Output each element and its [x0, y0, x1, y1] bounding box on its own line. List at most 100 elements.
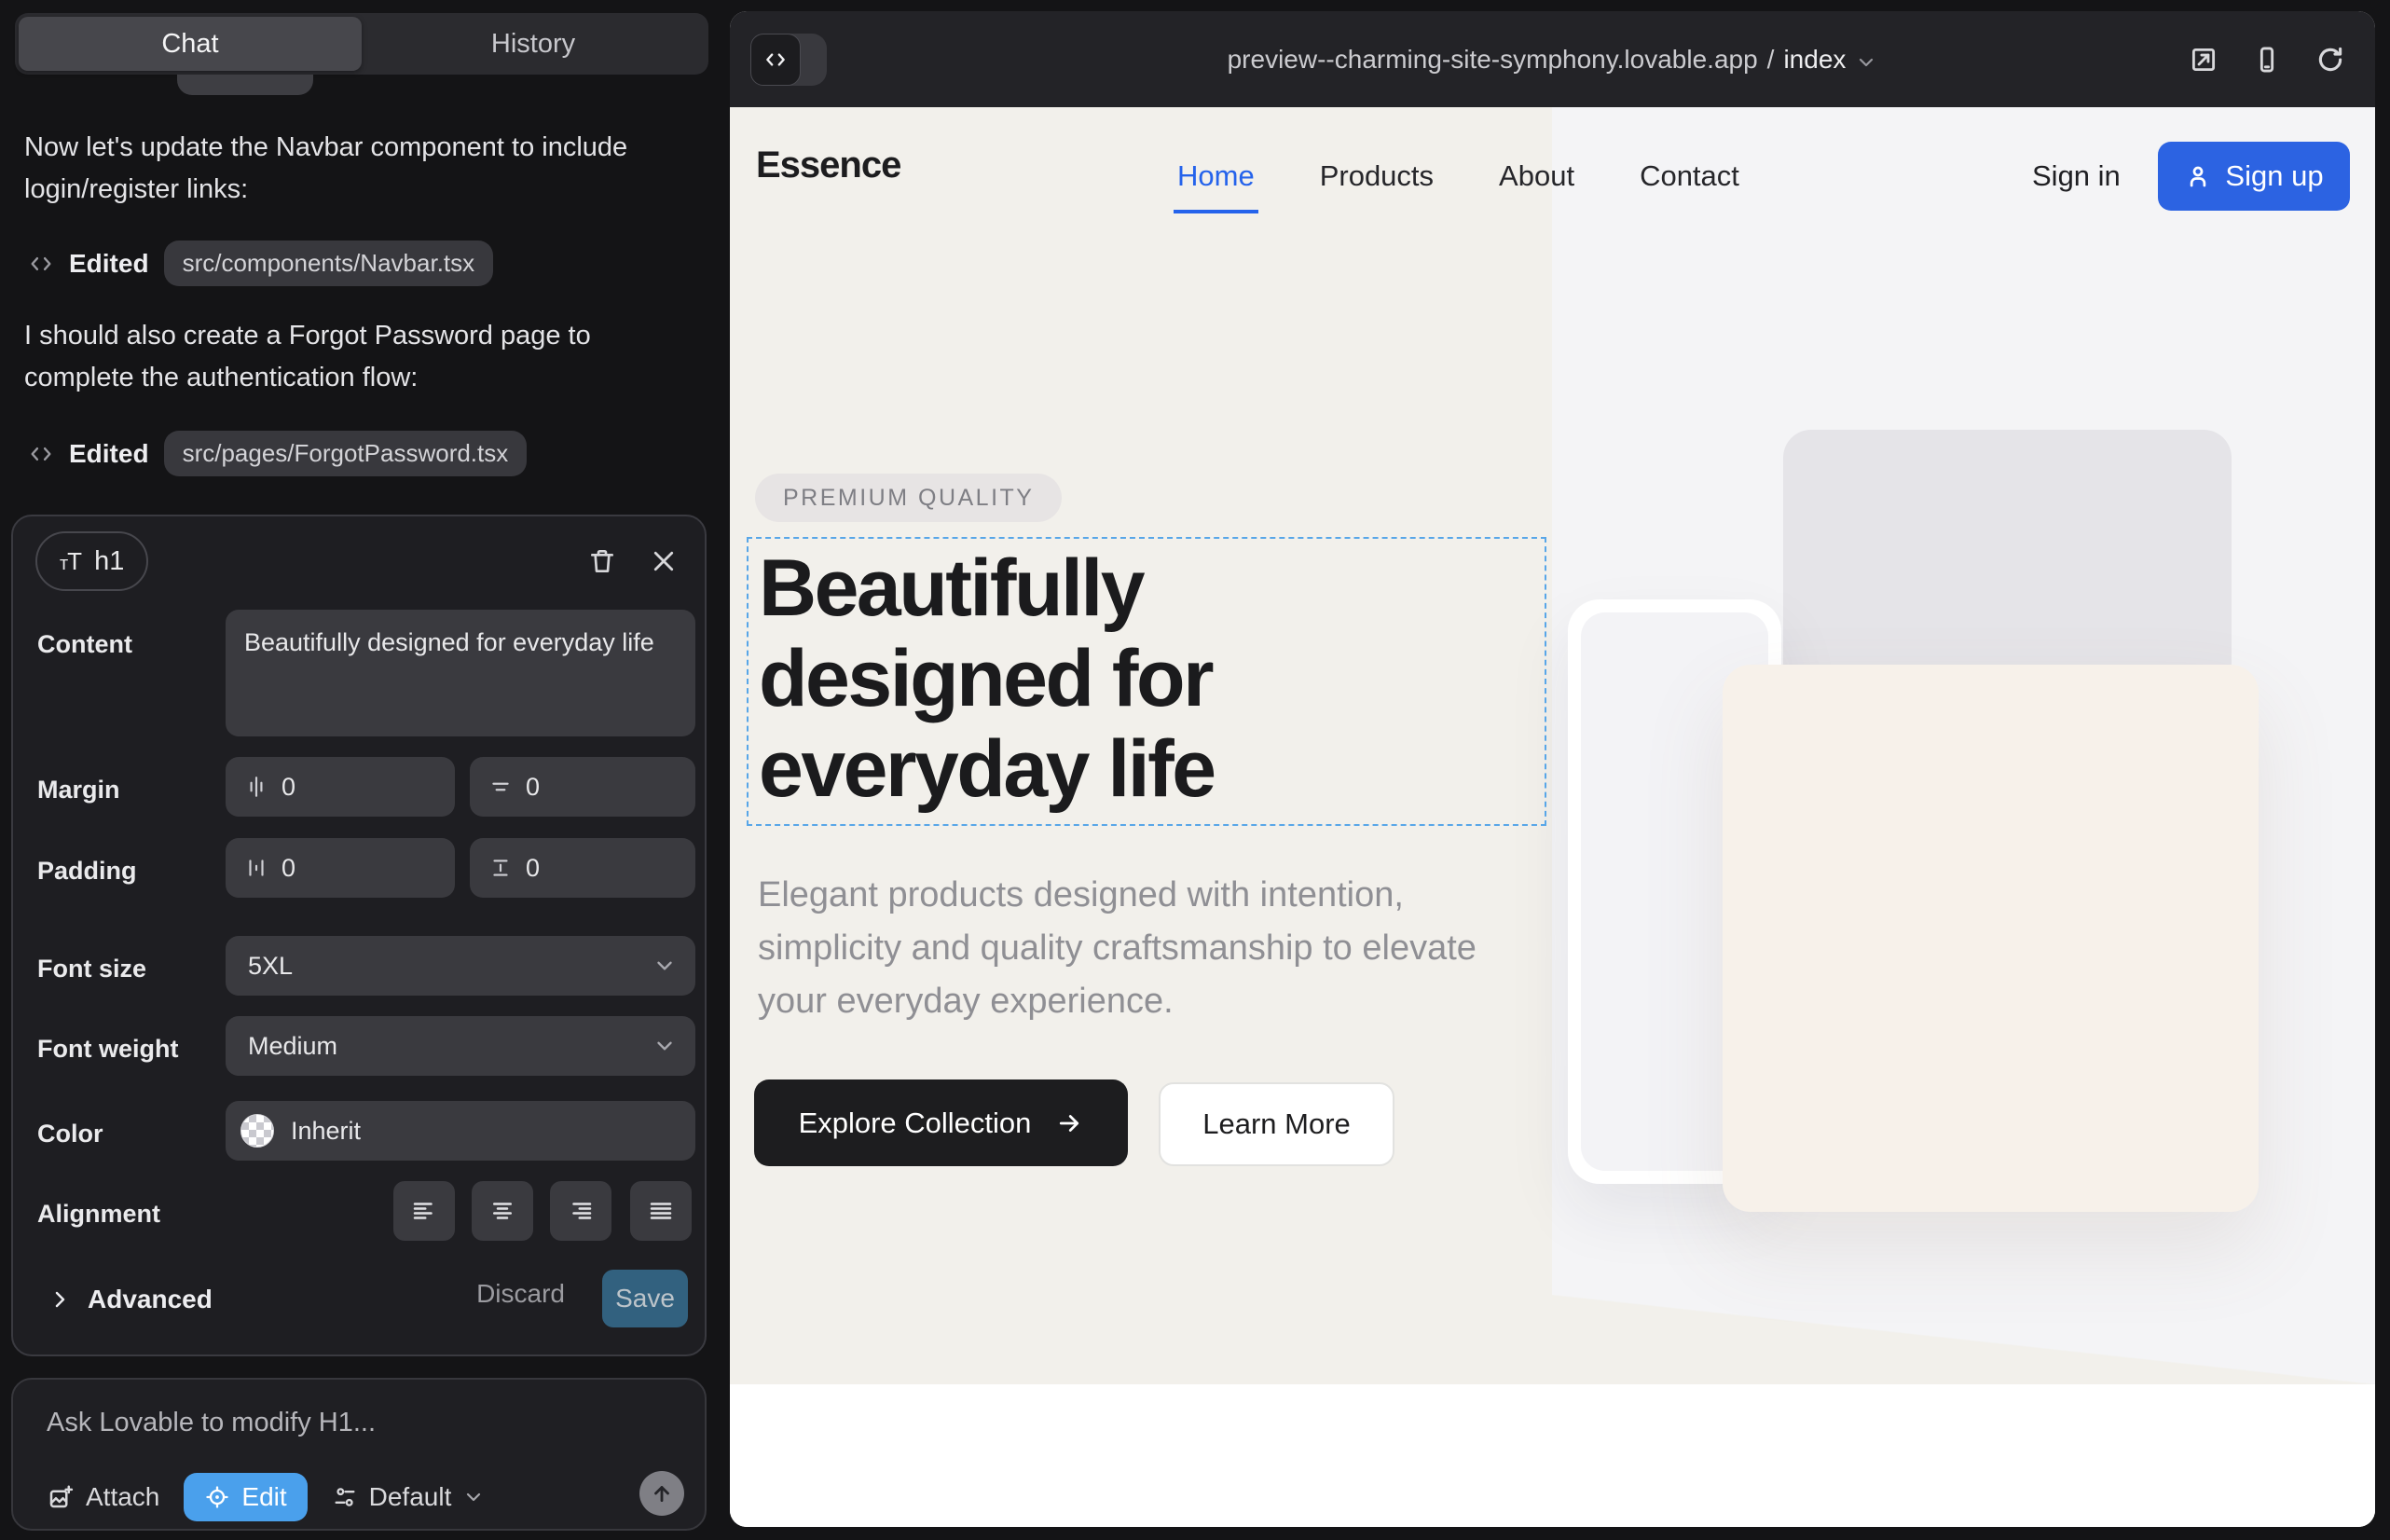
align-right-button[interactable] — [550, 1181, 611, 1241]
chat-composer: Attach Edit Default — [11, 1378, 707, 1531]
padding-horizontal-field — [226, 838, 455, 898]
open-in-new-tab-button[interactable] — [2183, 39, 2224, 80]
align-justify-icon — [647, 1197, 675, 1225]
site-logo[interactable]: Essence — [756, 144, 900, 186]
font-size-value: 5XL — [248, 952, 293, 981]
chat-history-tabs: Chat History — [15, 13, 708, 75]
refresh-button[interactable] — [2310, 39, 2351, 80]
nav-link-products[interactable]: Products — [1320, 159, 1434, 193]
default-mode-dropdown[interactable]: Default — [332, 1482, 486, 1512]
nav-link-about[interactable]: About — [1499, 159, 1574, 193]
margin-horizontal-input[interactable] — [282, 773, 375, 802]
padding-vertical-field — [470, 838, 695, 898]
tab-chat[interactable]: Chat — [19, 17, 362, 71]
composer-input[interactable] — [47, 1408, 662, 1438]
send-button[interactable] — [639, 1471, 684, 1516]
smartphone-icon — [2251, 44, 2283, 76]
align-center-button[interactable] — [472, 1181, 533, 1241]
color-value: Inherit — [291, 1117, 361, 1146]
advanced-toggle[interactable]: Advanced — [48, 1285, 213, 1314]
explore-collection-label: Explore Collection — [799, 1107, 1032, 1140]
hero-heading[interactable]: Beautifully designed for everyday life — [759, 543, 1215, 815]
sliders-icon — [332, 1484, 358, 1510]
advanced-label: Advanced — [88, 1285, 213, 1314]
font-size-select[interactable]: 5XL — [226, 936, 695, 996]
explore-collection-button[interactable]: Explore Collection — [754, 1079, 1128, 1166]
margin-vertical-field — [470, 757, 695, 817]
external-link-icon — [2188, 44, 2219, 76]
font-size-label: Font size — [37, 955, 146, 983]
diagonal-accent — [1552, 1295, 2375, 1384]
url-bar[interactable]: preview--charming-site-symphony.lovable.… — [730, 11, 2375, 107]
composer-toolbar: Attach Edit Default — [47, 1473, 485, 1521]
app-window: Chat History Now let's update the Navbar… — [0, 0, 2390, 1540]
color-swatch — [240, 1114, 274, 1148]
color-label: Color — [37, 1120, 103, 1148]
edited-file-chip[interactable]: src/pages/ForgotPassword.tsx — [164, 431, 528, 476]
file-edit-row: Edited src/components/Navbar.tsx — [28, 241, 493, 286]
hero-heading-line: designed for — [759, 634, 1215, 724]
arrow-right-icon — [1055, 1109, 1083, 1137]
padding-label: Padding — [37, 857, 137, 886]
edited-label: Edited — [69, 249, 149, 279]
attach-button[interactable]: Attach — [47, 1482, 159, 1512]
browser-actions — [2183, 11, 2351, 107]
margin-label: Margin — [37, 776, 120, 804]
site-navbar: Essence Home Products About Contact Sign… — [730, 107, 2375, 238]
user-icon — [2184, 162, 2212, 190]
attach-label: Attach — [86, 1482, 159, 1512]
section-below-hero — [730, 1384, 2375, 1527]
edited-label: Edited — [69, 439, 149, 469]
padding-vertical-icon — [488, 856, 513, 880]
sign-up-label: Sign up — [2225, 159, 2323, 193]
code-icon — [28, 251, 54, 277]
hero-heading-line: everyday life — [759, 724, 1215, 815]
chevron-down-icon — [462, 1486, 485, 1508]
chevron-down-icon — [652, 1034, 677, 1058]
mobile-view-button[interactable] — [2246, 39, 2287, 80]
sign-in-link[interactable]: Sign in — [2032, 159, 2121, 193]
lovable-side-panel: Chat History Now let's update the Navbar… — [0, 0, 727, 1540]
close-editor-button[interactable] — [639, 537, 688, 585]
content-input[interactable]: Beautifully designed for everyday life — [226, 610, 695, 736]
align-justify-button[interactable] — [630, 1181, 692, 1241]
content-label: Content — [37, 630, 132, 659]
tab-history[interactable]: History — [362, 17, 705, 71]
padding-horizontal-input[interactable] — [282, 854, 375, 883]
hero-heading-line: Beautifully — [759, 543, 1215, 634]
nav-link-contact[interactable]: Contact — [1640, 159, 1739, 193]
padding-vertical-input[interactable] — [526, 854, 619, 883]
file-edit-row: Edited src/pages/ForgotPassword.tsx — [28, 431, 527, 476]
selected-element-pill[interactable]: тT h1 — [35, 531, 148, 591]
font-weight-value: Medium — [248, 1032, 337, 1061]
url-separator: / — [1767, 45, 1775, 75]
align-left-button[interactable] — [393, 1181, 455, 1241]
color-select[interactable]: Inherit — [226, 1101, 695, 1161]
delete-element-button[interactable] — [578, 537, 626, 585]
font-weight-select[interactable]: Medium — [226, 1016, 695, 1076]
image-plus-icon — [47, 1483, 75, 1511]
refresh-icon — [2314, 44, 2346, 76]
learn-more-button[interactable]: Learn More — [1159, 1082, 1394, 1166]
margin-vertical-icon — [488, 775, 513, 799]
preview-browser-frame: preview--charming-site-symphony.lovable.… — [730, 11, 2375, 1527]
sign-up-button[interactable]: Sign up — [2158, 142, 2350, 211]
url-path: index — [1783, 45, 1846, 75]
align-center-icon — [488, 1197, 516, 1225]
nav-links: Home Products About Contact — [1177, 159, 1739, 193]
edit-mode-label: Edit — [241, 1482, 286, 1512]
chevron-down-icon — [1855, 51, 1877, 74]
edited-file-chip[interactable]: src/components/Navbar.tsx — [164, 241, 494, 286]
close-icon — [650, 547, 678, 575]
save-button[interactable]: Save — [602, 1270, 688, 1327]
element-tag-label: h1 — [94, 546, 124, 577]
hero-paragraph: Elegant products designed with intention… — [758, 869, 1513, 1028]
edit-mode-button[interactable]: Edit — [184, 1473, 307, 1521]
typography-icon: тT — [60, 547, 81, 576]
margin-vertical-input[interactable] — [526, 773, 619, 802]
assistant-message: Now let's update the Navbar component to… — [24, 127, 677, 211]
target-icon — [204, 1484, 230, 1510]
nav-link-home[interactable]: Home — [1177, 159, 1255, 193]
browser-toolbar: preview--charming-site-symphony.lovable.… — [730, 11, 2375, 107]
discard-button[interactable]: Discard — [476, 1279, 565, 1309]
